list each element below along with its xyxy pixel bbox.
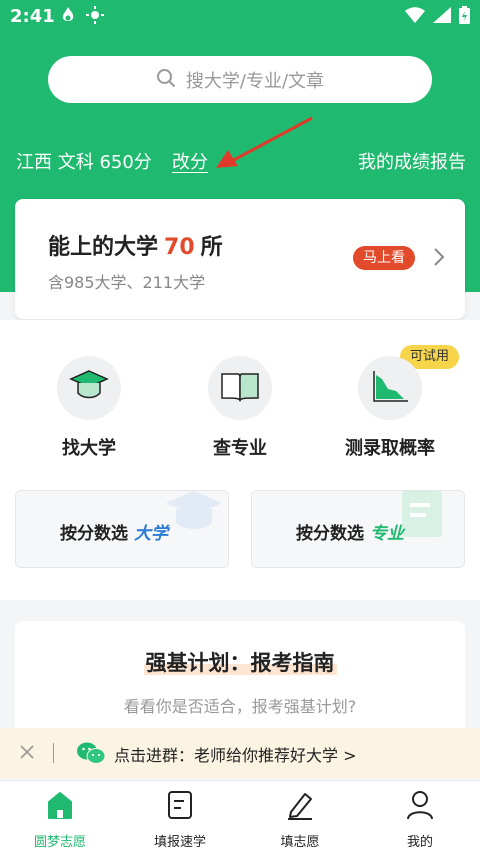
eligible-universities-subtitle: 含985大学、211大学 — [48, 273, 206, 292]
document-icon — [167, 790, 193, 824]
banner-divider — [53, 743, 54, 763]
bottom-tab-bar: 圆梦志愿 填报速学 填志愿 我的 — [0, 780, 480, 855]
chart-icon — [370, 369, 410, 407]
user-icon — [406, 790, 434, 824]
find-major-button[interactable]: 查专业 — [180, 356, 300, 460]
feature-section: 可试用 找大学 查专业 测录取概率 按分数选 大学 按分数选 专业 — [0, 320, 480, 600]
strong-base-plan-subtitle: 看看你是否适合，报考强基计划? — [123, 697, 357, 716]
strong-title-text: 强基计划：报考指南 — [143, 651, 337, 675]
wechat-icon — [76, 740, 106, 770]
close-icon[interactable] — [18, 742, 36, 766]
score-row: 江西 文科 650分 改分 我的成绩报告 — [16, 148, 466, 174]
pick-accent-text: 大学 — [134, 524, 168, 544]
tab-fill-application[interactable]: 填志愿 — [240, 791, 360, 850]
tab-fill-application-label: 填志愿 — [280, 835, 320, 850]
tab-profile[interactable]: 我的 — [360, 791, 480, 850]
wifi-icon — [405, 7, 425, 27]
eligible-universities-card[interactable]: 能上的大学 70 所 含985大学、211大学 马上看 — [15, 199, 465, 319]
join-group-text: 点击进群：老师给你推荐好大学 > — [114, 746, 357, 765]
chevron-right-icon[interactable] — [433, 247, 445, 271]
tab-home-label: 圆梦志愿 — [33, 835, 86, 850]
pick-label-text: 按分数选 — [60, 524, 128, 544]
pick-by-score-major-label: 按分数选 专业 — [296, 519, 404, 544]
flame-icon — [60, 6, 76, 28]
home-icon — [46, 790, 74, 824]
find-major-label: 查专业 — [213, 438, 267, 459]
signal-icon — [433, 7, 451, 27]
pencil-icon — [285, 790, 315, 824]
pick-by-score-university-label: 按分数选 大学 — [60, 519, 168, 544]
strong-base-plan-title: 强基计划：报考指南 — [15, 647, 465, 677]
uni-count: 70 — [164, 235, 195, 260]
graduation-cap-icon — [69, 369, 109, 407]
join-group-banner[interactable]: 点击进群：老师给你推荐好大学 > — [0, 728, 480, 778]
book-icon — [220, 370, 260, 406]
search-placeholder: 搜大学/专业/文章 — [185, 70, 325, 92]
document-watermark-icon — [398, 491, 450, 545]
tab-home[interactable]: 圆梦志愿 — [0, 791, 120, 850]
find-university-button[interactable]: 找大学 — [29, 356, 149, 460]
pick-by-score-university-card[interactable]: 按分数选 大学 — [15, 490, 229, 568]
status-time: 2:41 — [10, 6, 55, 27]
graduation-cap-watermark-icon — [162, 491, 226, 535]
uni-title-suffix: 所 — [200, 235, 223, 260]
change-score-link[interactable]: 改分 — [172, 148, 208, 174]
search-icon — [156, 68, 176, 92]
pick-by-score-major-card[interactable]: 按分数选 专业 — [251, 490, 465, 568]
admission-probability-label: 测录取概率 — [345, 438, 435, 459]
pick-accent-text: 专业 — [370, 524, 404, 544]
score-report-link[interactable]: 我的成绩报告 — [358, 148, 466, 174]
score-summary: 江西 文科 650分 — [16, 152, 152, 173]
eligible-universities-title: 能上的大学 70 所 — [48, 229, 223, 261]
pick-label-text: 按分数选 — [296, 524, 364, 544]
find-university-label: 找大学 — [62, 438, 116, 459]
uni-title-prefix: 能上的大学 — [48, 235, 159, 260]
brightness-icon — [86, 6, 104, 28]
battery-icon — [459, 6, 470, 28]
view-now-button[interactable]: 马上看 — [353, 246, 415, 270]
tab-profile-label: 我的 — [406, 835, 433, 850]
status-bar: 2:41 — [0, 0, 480, 34]
tab-quick-learn-label: 填报速学 — [153, 835, 206, 850]
tab-quick-learn[interactable]: 填报速学 — [120, 791, 240, 850]
admission-probability-button[interactable]: 测录取概率 — [330, 356, 450, 460]
search-input[interactable]: 搜大学/专业/文章 — [48, 56, 432, 103]
